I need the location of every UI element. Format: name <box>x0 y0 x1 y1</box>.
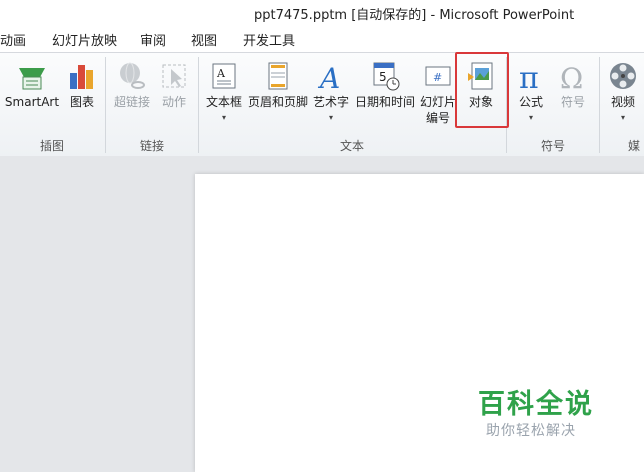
group-label-symbols: 符号 <box>540 139 565 153</box>
svg-text:5: 5 <box>379 70 387 84</box>
slide-canvas[interactable] <box>195 174 644 472</box>
date-time-button[interactable]: 5 日期和时间 <box>352 53 418 131</box>
svg-text:A: A <box>216 67 226 80</box>
smartart-icon <box>19 68 45 90</box>
calendar-clock-icon: 5 <box>373 62 400 91</box>
action-label: 动作 <box>161 95 186 109</box>
equation-button[interactable]: π 公式 ▾ <box>510 53 552 131</box>
group-label-illustrations: 插图 <box>39 139 64 153</box>
header-footer-button[interactable]: 页眉和页脚 <box>246 53 310 131</box>
date-time-label: 日期和时间 <box>354 95 415 109</box>
title-bar: ppt7475.pptm [自动保存的] - Microsoft PowerPo… <box>0 0 644 26</box>
wordart-label: 艺术字 <box>312 95 349 109</box>
pi-icon: π <box>519 61 539 93</box>
svg-text:#: # <box>433 71 442 84</box>
omega-icon: Ω <box>560 62 583 93</box>
svg-text:π: π <box>519 61 539 93</box>
chart-button[interactable]: 图表 <box>62 53 102 131</box>
chevron-down-icon: ▾ <box>221 113 227 122</box>
action-button[interactable]: 动作 <box>154 53 194 131</box>
textbox-icon: A <box>212 63 236 89</box>
header-footer-label: 页眉和页脚 <box>247 95 308 109</box>
textbox-button[interactable]: A 文本框 ▾ <box>202 53 246 131</box>
object-button-highlight <box>455 52 509 128</box>
film-reel-icon <box>610 63 636 89</box>
slide-number-icon: # <box>425 66 451 86</box>
tab-developer[interactable]: 开发工具 <box>243 30 295 49</box>
group-divider <box>599 57 600 153</box>
watermark-tagline: 助你轻松解决 <box>486 423 576 439</box>
header-footer-icon <box>268 62 288 90</box>
group-label-text: 文本 <box>339 139 364 153</box>
tab-animations[interactable]: 动画 <box>0 30 26 49</box>
chevron-down-icon: ▾ <box>328 113 334 122</box>
chevron-down-icon: ▾ <box>620 113 626 122</box>
window-title: ppt7475.pptm [自动保存的] - Microsoft PowerPo… <box>254 8 575 23</box>
video-button[interactable]: 视频 ▾ <box>602 53 644 131</box>
hyperlink-button[interactable]: 超链接 <box>110 53 154 131</box>
tab-review[interactable]: 审阅 <box>140 30 166 49</box>
wordart-icon: A <box>317 62 340 93</box>
action-icon <box>162 64 186 88</box>
svg-text:A: A <box>317 62 340 93</box>
slide-number-button[interactable]: # 幻灯片 编号 <box>418 53 458 131</box>
chart-label: 图表 <box>69 95 94 109</box>
group-label-media: 媒 <box>628 139 641 153</box>
svg-text:Ω: Ω <box>560 62 583 93</box>
wordart-button[interactable]: A 艺术字 ▾ <box>310 53 352 131</box>
globe-link-icon <box>120 62 145 89</box>
hyperlink-label: 超链接 <box>113 95 150 109</box>
textbox-label: 文本框 <box>205 95 242 109</box>
smartart-button[interactable]: SmartArt <box>4 53 60 131</box>
video-label: 视频 <box>610 95 635 109</box>
tab-slideshow[interactable]: 幻灯片放映 <box>52 30 117 49</box>
slide-number-label-line1: 幻灯片 <box>419 95 456 109</box>
equation-label: 公式 <box>518 95 543 109</box>
smartart-label: SmartArt <box>4 95 60 109</box>
chevron-down-icon: ▾ <box>528 113 534 122</box>
tab-view[interactable]: 视图 <box>191 30 217 49</box>
watermark-brand: 百科全说 <box>478 389 594 420</box>
bar-chart-icon <box>70 65 93 89</box>
group-label-links: 链接 <box>139 139 164 153</box>
slide-number-label-line2: 编号 <box>425 111 450 125</box>
slide-number-label: 幻灯片 编号 <box>418 94 458 126</box>
symbol-label: 符号 <box>560 95 585 109</box>
ribbon-panel: SmartArt 图表 插图 超链接 动作 链接 A 文本框 ▾ 页眉和页脚 A… <box>0 52 644 158</box>
ribbon-tabs: 动画 幻灯片放映 审阅 视图 开发工具 <box>0 26 644 52</box>
symbol-button[interactable]: Ω 符号 <box>552 53 594 131</box>
